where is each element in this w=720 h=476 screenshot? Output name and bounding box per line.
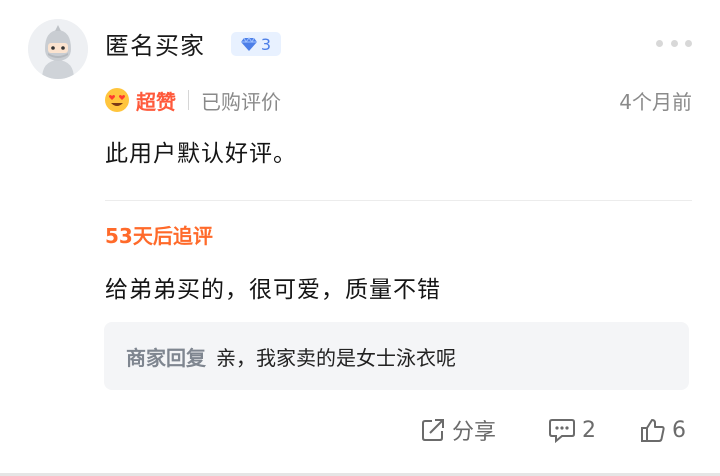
separator bbox=[188, 90, 189, 110]
actions-share: 分享 bbox=[420, 412, 496, 448]
dot-icon bbox=[685, 39, 692, 47]
share-icon bbox=[422, 419, 444, 441]
thumbs-up-icon bbox=[641, 419, 665, 442]
like-count: 6 bbox=[672, 417, 686, 443]
member-level: 3 bbox=[260, 34, 272, 54]
ninja-avatar-icon bbox=[28, 19, 88, 79]
followup-text: 给弟弟买的，很可爱，质量不错 bbox=[105, 277, 441, 303]
member-level-badge: 3 bbox=[231, 32, 281, 56]
divider bbox=[105, 200, 692, 201]
followup-title: 53天后追评 bbox=[105, 224, 213, 248]
share-label: 分享 bbox=[452, 420, 497, 445]
rating-row: 超赞 已购评价 4个月前 bbox=[104, 84, 692, 116]
review-time: 4个月前 bbox=[619, 90, 692, 114]
review-text: 此用户默认好评。 bbox=[105, 141, 297, 167]
comment-icon bbox=[549, 419, 575, 443]
dot-icon bbox=[656, 39, 663, 47]
heart-eyes-emoji-icon bbox=[105, 88, 129, 112]
comment-button[interactable]: 2 bbox=[548, 417, 596, 443]
comment-count: 2 bbox=[582, 417, 596, 443]
merchant-reply-text: 亲，我家卖的是女士泳衣呢 bbox=[216, 345, 456, 370]
actions-like: 6 bbox=[640, 412, 686, 448]
like-button[interactable]: 6 bbox=[640, 417, 686, 443]
merchant-reply: 商家回复 亲，我家卖的是女士泳衣呢 bbox=[104, 322, 689, 390]
actions-comment: 2 bbox=[548, 412, 596, 448]
rating-label: 超赞 bbox=[136, 89, 176, 114]
verified-purchase-tag: 已购评价 bbox=[201, 89, 281, 114]
share-button[interactable]: 分享 bbox=[420, 414, 496, 446]
more-options-button[interactable] bbox=[656, 36, 692, 50]
avatar[interactable] bbox=[28, 19, 88, 79]
username: 匿名买家 bbox=[105, 32, 205, 60]
diamond-icon bbox=[240, 37, 257, 51]
merchant-reply-label: 商家回复 bbox=[126, 345, 206, 370]
dot-icon bbox=[670, 39, 678, 47]
